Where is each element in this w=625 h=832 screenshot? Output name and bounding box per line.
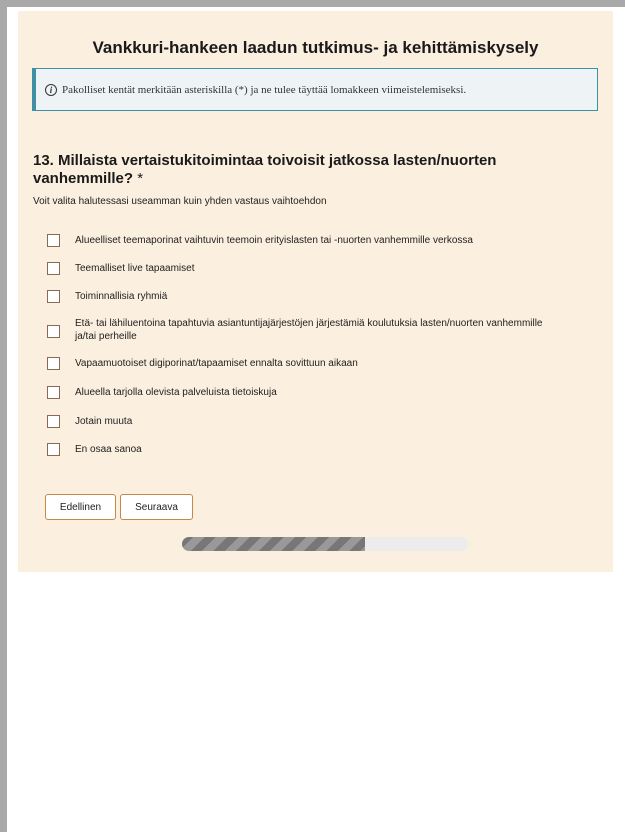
option-checkbox[interactable] [47,443,60,456]
option-checkbox[interactable] [47,262,60,275]
option-label[interactable]: Toiminnallisia ryhmiä [75,290,555,303]
required-fields-notice: i Pakolliset kentät merkitään asteriskil… [32,68,598,111]
survey-form: Vankkuri-hankeen laadun tutkimus- ja keh… [18,11,613,572]
question-text: 13. Millaista vertaistukitoimintaa toivo… [33,152,497,187]
option-checkbox[interactable] [47,357,60,370]
required-marker: * [137,170,144,187]
option-label[interactable]: En osaa sanoa [75,443,555,456]
option-item[interactable]: En osaa sanoa [47,443,555,456]
option-label[interactable]: Alueella tarjolla olevista palveluista t… [75,386,555,399]
progress-bar [182,537,468,551]
option-item[interactable]: Etä- tai lähiluentoina tapahtuvia asiant… [47,317,555,343]
option-item[interactable]: Jotain muuta [47,415,555,428]
progress-fill [182,537,366,551]
option-checkbox[interactable] [47,290,60,303]
option-label[interactable]: Teemalliset live tapaamiset [75,262,555,275]
option-checkbox[interactable] [47,325,60,338]
option-label[interactable]: Vapaamuotoiset digiporinat/tapaamiset en… [75,357,555,370]
option-item[interactable]: Teemalliset live tapaamiset [47,262,555,275]
question-title: 13. Millaista vertaistukitoimintaa toivo… [33,152,573,188]
option-checkbox[interactable] [47,415,60,428]
survey-title: Vankkuri-hankeen laadun tutkimus- ja keh… [92,38,539,57]
notice-text: Pakolliset kentät merkitään asteriskilla… [62,83,467,96]
option-label[interactable]: Etä- tai lähiluentoina tapahtuvia asiant… [75,317,555,343]
option-checkbox[interactable] [47,234,60,247]
option-checkbox[interactable] [47,386,60,399]
previous-button[interactable]: Edellinen [45,494,116,520]
browser-frame: Vankkuri-hankeen laadun tutkimus- ja keh… [7,7,625,832]
option-item[interactable]: Alueella tarjolla olevista palveluista t… [47,386,555,399]
question-hint: Voit valita halutessasi useamman kuin yh… [33,196,327,207]
option-label[interactable]: Jotain muuta [75,415,555,428]
option-label[interactable]: Alueelliset teemaporinat vaihtuvin teemo… [75,234,555,247]
option-item[interactable]: Alueelliset teemaporinat vaihtuvin teemo… [47,234,555,247]
next-button[interactable]: Seuraava [120,494,193,520]
option-item[interactable]: Vapaamuotoiset digiporinat/tapaamiset en… [47,357,555,370]
option-item[interactable]: Toiminnallisia ryhmiä [47,290,555,303]
info-icon: i [45,83,57,96]
